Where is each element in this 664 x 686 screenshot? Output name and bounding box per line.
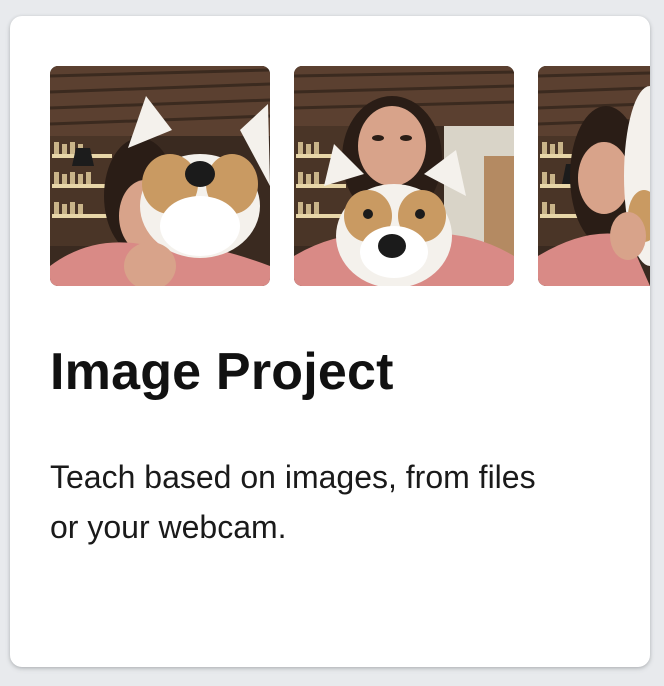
project-description: Teach based on images, from files or you… (50, 459, 536, 545)
sample-photo-3 (538, 66, 650, 286)
sample-photo-1 (50, 66, 270, 286)
sample-thumbnail-1 (50, 66, 270, 286)
sample-thumbnail-3 (538, 66, 650, 286)
sample-photo-2 (294, 66, 514, 286)
image-project-card[interactable]: Image Project Teach based on images, fro… (10, 16, 650, 667)
sample-thumbnails (50, 66, 650, 286)
project-title: Image Project (50, 343, 394, 401)
sample-thumbnail-2 (294, 66, 514, 286)
